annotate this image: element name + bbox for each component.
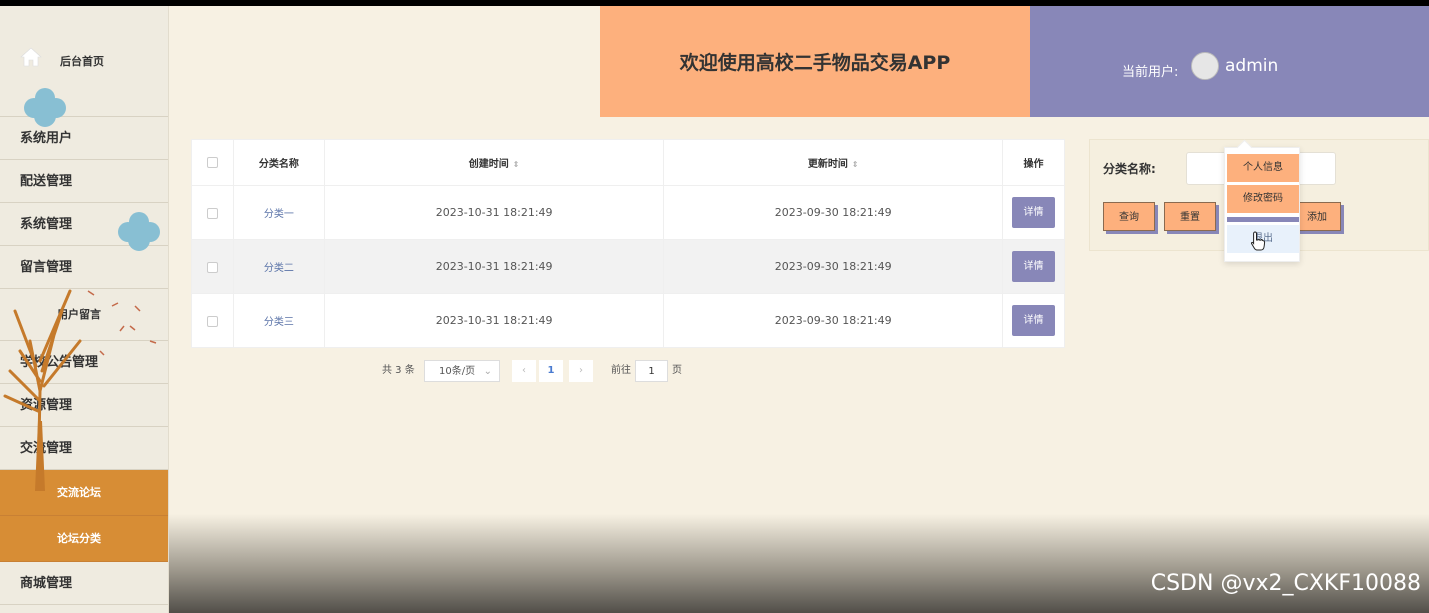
bottom-fade-overlay [169,514,1429,613]
column-header-name: 分类名称 [232,139,325,186]
sidebar-item-announcements[interactable]: 学校公告管理 [0,341,168,384]
current-user-name[interactable]: admin [1225,56,1278,76]
detail-button[interactable]: 详情 [1011,305,1055,336]
pagination-total: 共 3 条 [382,365,415,376]
select-all-checkbox[interactable] [206,156,218,168]
cell-updated-time: 2023-09-30 18:21:49 [663,293,1003,348]
sidebar-item-shop[interactable]: 商城管理 [0,562,168,605]
row-checkbox[interactable] [206,315,218,327]
table-row: 分类一 2023-10-31 18:21:49 2023-09-30 18:21… [191,185,1066,240]
sidebar-item-system-users[interactable]: 系统用户 [0,117,168,160]
detail-button[interactable]: 详情 [1011,251,1055,282]
sidebar-item-resources[interactable]: 资源管理 [0,384,168,427]
sidebar-home-label: 后台首页 [60,55,104,68]
menu-divider [1227,217,1299,222]
sort-icon[interactable]: ⇕ [852,160,859,169]
category-name-label: 分类名称: [1103,162,1156,176]
prev-page-button[interactable]: ‹ [512,360,536,382]
cell-category-name: 分类三 [232,293,325,348]
table-row: 分类三 2023-10-31 18:21:49 2023-09-30 18:21… [191,293,1066,348]
sidebar: 后台首页 系统用户 配送管理 系统管理 留言管理 用户留言 学校公告管理 资源管… [0,6,169,613]
sort-icon[interactable]: ⇕ [513,160,520,169]
category-table: 分类名称 创建时间 ⇕ 更新时间 ⇕ 操作 分类一 2023-10-31 18:21… [191,139,1066,348]
page-size-select[interactable]: 10条/页 ⌄ [424,360,500,382]
next-page-button[interactable]: › [569,360,593,382]
chevron-down-icon: ⌄ [483,366,492,377]
detail-button[interactable]: 详情 [1011,197,1055,228]
sidebar-item-forum-category[interactable]: 论坛分类 [0,516,168,562]
table-row: 分类二 2023-10-31 18:21:49 2023-09-30 18:21… [191,239,1066,294]
cell-created-time: 2023-10-31 18:21:49 [323,239,665,294]
cell-created-time: 2023-10-31 18:21:49 [323,293,665,348]
add-button[interactable]: 添加 [1293,202,1341,231]
sidebar-item-user-messages[interactable]: 用户留言 [0,289,168,341]
header-title-banner: 欢迎使用高校二手物品交易APP [600,6,1030,117]
page-suffix-label: 页 [672,365,682,376]
column-header-created[interactable]: 创建时间 ⇕ [323,139,665,186]
sidebar-item-forum[interactable]: 交流论坛 [0,470,168,516]
home-icon [20,47,42,67]
sidebar-item-delivery[interactable]: 配送管理 [0,160,168,203]
column-header-updated[interactable]: 更新时间 ⇕ [663,139,1003,186]
cell-category-name: 分类二 [232,239,325,294]
menu-item-profile[interactable]: 个人信息 [1227,154,1299,182]
hand-cursor-icon [1250,231,1266,251]
page-title: 欢迎使用高校二手物品交易APP [679,52,951,74]
cell-created-time: 2023-10-31 18:21:49 [323,185,665,240]
table-header-row: 分类名称 创建时间 ⇕ 更新时间 ⇕ 操作 [191,139,1066,186]
sidebar-item-exchange[interactable]: 交流管理 [0,427,168,470]
current-user-label: 当前用户: [1122,65,1179,80]
avatar[interactable] [1191,52,1219,80]
menu-item-change-password[interactable]: 修改密码 [1227,185,1299,213]
cell-updated-time: 2023-09-30 18:21:49 [663,185,1003,240]
page-number-current[interactable]: 1 [539,360,563,382]
reset-button[interactable]: 重置 [1164,202,1216,231]
sidebar-item-home[interactable]: 后台首页 [0,6,168,127]
cloud-decoration-icon [118,212,160,251]
row-checkbox[interactable] [206,261,218,273]
row-checkbox[interactable] [206,207,218,219]
header-left-area [169,6,600,117]
app-frame: 后台首页 系统用户 配送管理 系统管理 留言管理 用户留言 学校公告管理 资源管… [0,6,1429,613]
column-header-action: 操作 [1001,139,1066,186]
cell-category-name: 分类一 [232,185,325,240]
cell-updated-time: 2023-09-30 18:21:49 [663,239,1003,294]
watermark-text: CSDN @vx2_CXKF10088 [1150,571,1421,596]
query-button[interactable]: 查询 [1103,202,1155,231]
goto-page-input[interactable]: 1 [635,360,668,382]
header-user-area: 当前用户: admin [1030,6,1429,117]
